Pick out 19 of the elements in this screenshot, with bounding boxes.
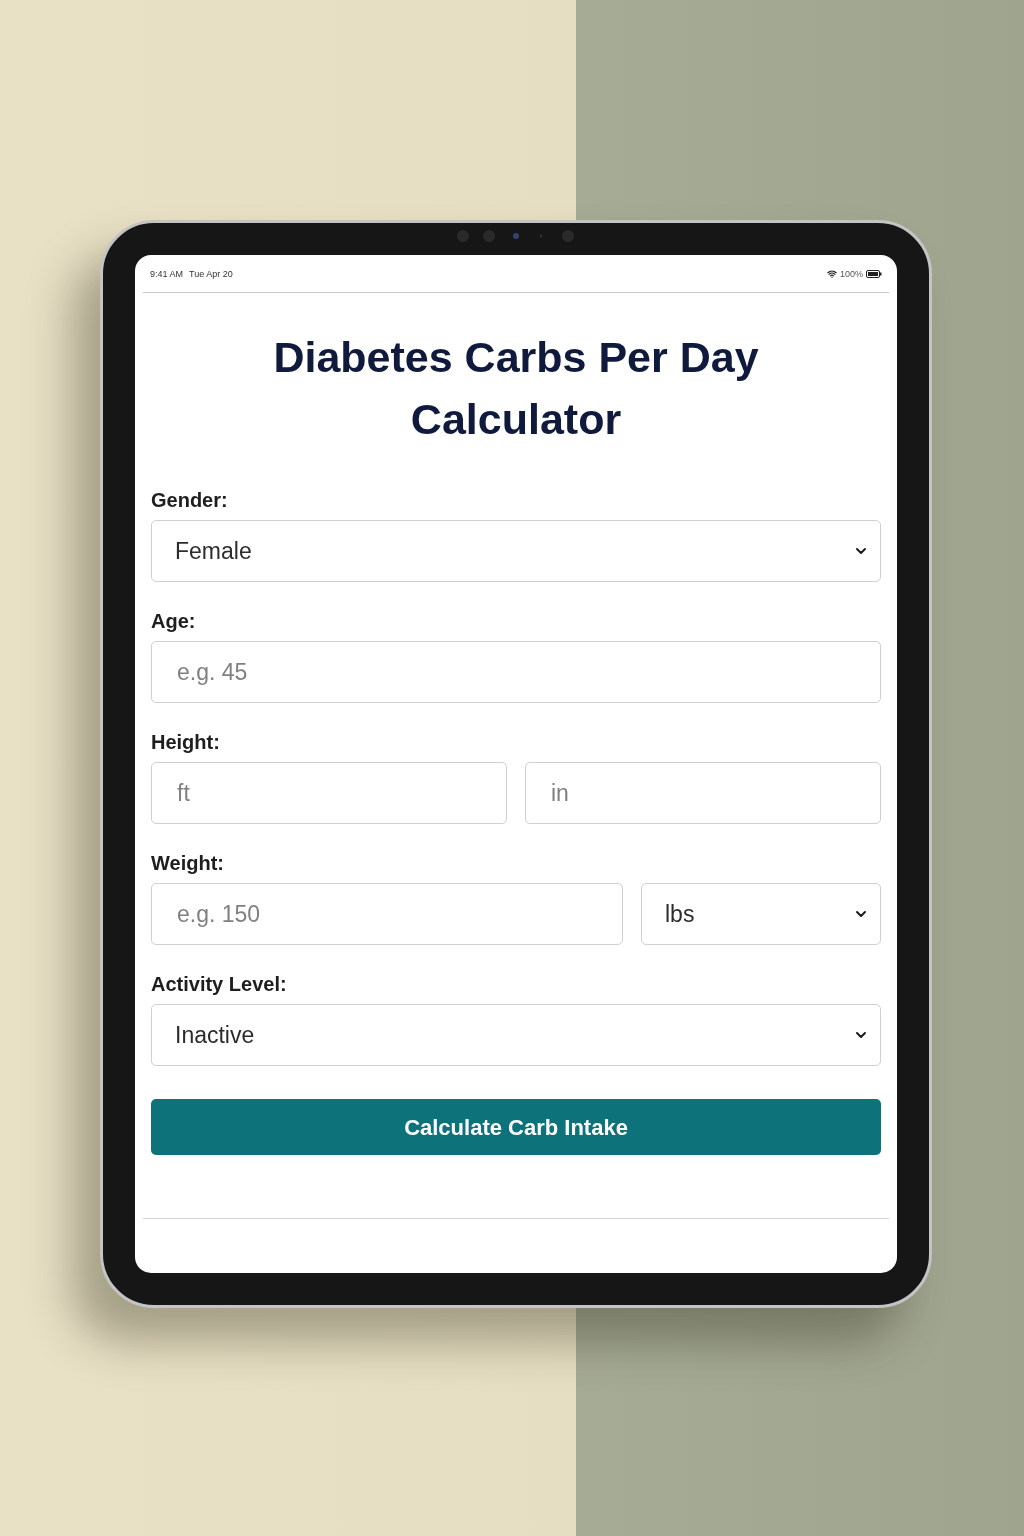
calculate-button[interactable]: Calculate Carb Intake: [151, 1099, 881, 1155]
dropdown[interactable]: lbs: [641, 883, 881, 945]
battery-icon: [866, 270, 882, 279]
wifi-icon: [826, 269, 837, 280]
input-field[interactable]: in: [525, 762, 881, 824]
input-field[interactable]: e.g. 45: [151, 641, 881, 703]
field-label: Activity Level:: [151, 972, 288, 996]
input-field[interactable]: e.g. 150: [151, 883, 623, 945]
page-title: Diabetes Carbs Per Day Calculator: [272, 332, 760, 445]
field-label: Weight:: [151, 851, 225, 875]
field-label: Age:: [151, 609, 197, 633]
field-label: Height:: [151, 730, 221, 754]
dropdown[interactable]: Female: [151, 520, 881, 582]
status-time: 9:41 AM: [150, 267, 184, 281]
dropdown[interactable]: Inactive: [151, 1004, 881, 1066]
field-label: Gender:: [151, 488, 229, 512]
battery-percent: 100%: [839, 267, 863, 281]
status-date: Tue Apr 20: [189, 267, 233, 281]
input-field[interactable]: ft: [151, 762, 507, 824]
